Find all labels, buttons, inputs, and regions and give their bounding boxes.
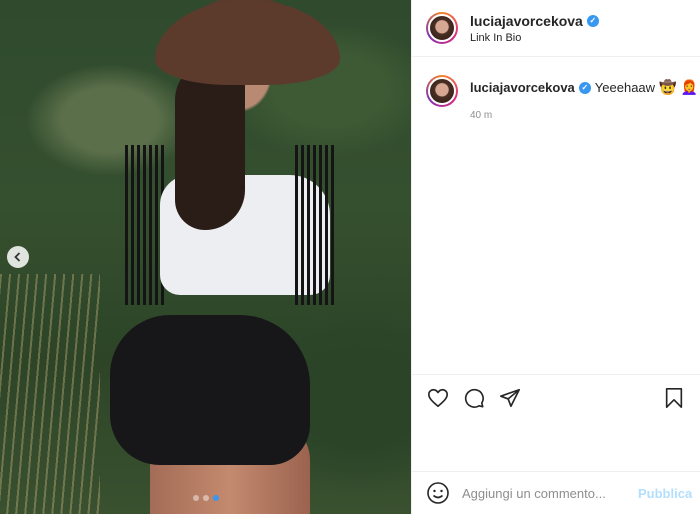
figure-shorts <box>110 315 310 465</box>
verified-badge-icon: ✓ <box>586 14 599 27</box>
carousel-dots <box>193 495 219 501</box>
cowboy-hat <box>155 0 340 85</box>
post-timestamp[interactable]: 40 m <box>470 110 698 121</box>
save-button[interactable] <box>662 386 686 410</box>
post-image[interactable] <box>0 0 411 514</box>
figure-hair <box>175 60 245 230</box>
smile-icon <box>427 482 449 504</box>
carousel-dot <box>203 495 209 501</box>
caption-username-text[interactable]: luciajavorcekova <box>470 80 575 95</box>
comment-button[interactable] <box>462 386 486 410</box>
comment-input[interactable] <box>462 485 638 501</box>
share-button[interactable] <box>498 386 522 410</box>
avatar[interactable] <box>426 12 458 44</box>
comment-icon <box>464 388 484 408</box>
grass-background <box>0 274 100 514</box>
cowboy-emoji: 🤠 <box>659 79 677 95</box>
caption-text: Yeeehaaw <box>594 80 656 95</box>
post-actions <box>412 374 700 420</box>
post-header: luciajavorcekova ✓ Link In Bio <box>412 0 700 57</box>
emoji-picker-button[interactable] <box>426 481 450 505</box>
carousel-prev-button[interactable] <box>7 246 29 268</box>
post-side-panel: luciajavorcekova ✓ Link In Bio luciajavo… <box>411 0 700 514</box>
caption-username[interactable]: luciajavorcekova ✓ <box>470 80 591 95</box>
share-icon <box>500 388 520 407</box>
add-comment-bar: Pubblica <box>412 471 700 514</box>
header-location[interactable]: Link In Bio <box>470 32 599 44</box>
vest-fringe-right <box>295 145 335 305</box>
caption-avatar[interactable] <box>426 75 458 107</box>
like-button[interactable] <box>426 386 450 410</box>
heart-icon <box>428 388 448 407</box>
vest-fringe-left <box>125 145 165 305</box>
header-username-text[interactable]: luciajavorcekova <box>470 13 583 29</box>
carousel-dot-active <box>213 495 219 501</box>
woman-emoji: 👩‍🦰 <box>680 79 698 95</box>
caption-comment: luciajavorcekova ✓ Yeeehaaw 🤠 👩‍🦰 40 m <box>412 57 700 121</box>
publish-button[interactable]: Pubblica <box>638 486 692 501</box>
carousel-dot <box>193 495 199 501</box>
bookmark-icon <box>665 387 683 408</box>
header-username[interactable]: luciajavorcekova ✓ <box>470 13 599 29</box>
chevron-left-icon <box>14 252 21 262</box>
verified-badge-icon: ✓ <box>578 81 591 94</box>
